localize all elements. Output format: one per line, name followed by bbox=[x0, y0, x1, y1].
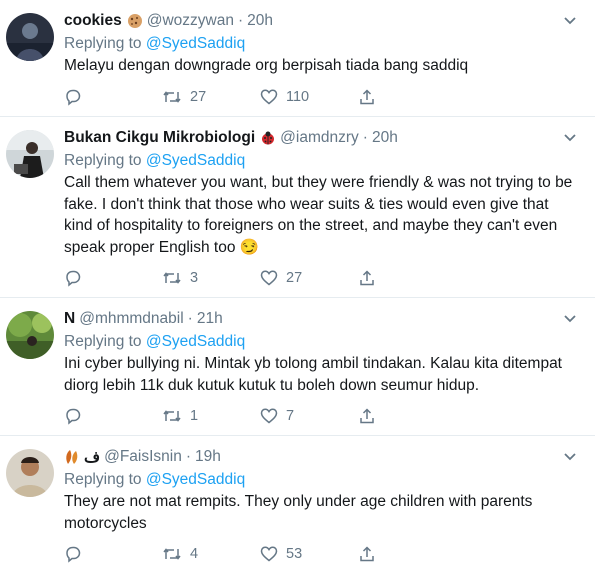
like-count: 7 bbox=[286, 408, 295, 424]
replying-to-link[interactable]: @SyedSaddiq bbox=[146, 35, 245, 52]
share-icon bbox=[360, 88, 374, 104]
share-icon bbox=[360, 270, 374, 286]
separator-dot: · bbox=[237, 12, 244, 29]
user-handle[interactable]: @mhmmdnabil bbox=[79, 310, 183, 328]
tweet-header: N @mhmmdnabil · 21h bbox=[64, 306, 595, 332]
like-count: 53 bbox=[286, 546, 303, 562]
like-button[interactable]: 27 bbox=[260, 269, 358, 287]
tweet[interactable]: cookies @wozzywan · 20h Replying to @Sye… bbox=[0, 0, 595, 117]
tweet-actions: 4 53 bbox=[64, 534, 595, 574]
tweet-actions: 27 110 bbox=[64, 77, 595, 117]
display-name[interactable]: cookies bbox=[64, 12, 122, 30]
user-handle[interactable]: @wozzywan bbox=[147, 12, 234, 30]
timestamp[interactable]: 19h bbox=[195, 448, 221, 466]
retweet-count: 4 bbox=[190, 546, 199, 562]
reply-button[interactable] bbox=[64, 545, 162, 563]
tweet-text: Ini cyber bullying ni. Mintak yb tolong … bbox=[64, 355, 562, 394]
reply-icon bbox=[66, 89, 81, 106]
share-button[interactable] bbox=[358, 407, 376, 425]
tweet-header: Bukan Cikgu Mikrobiologi @iamdnzry · 20h bbox=[64, 125, 595, 151]
chevron-down-icon[interactable] bbox=[563, 452, 577, 462]
avatar[interactable] bbox=[6, 449, 54, 497]
display-name[interactable]: ف bbox=[84, 448, 100, 467]
reply-button[interactable] bbox=[64, 269, 162, 287]
replying-to-link[interactable]: @SyedSaddiq bbox=[146, 471, 245, 488]
tweet-text: They are not mat rempits. They only unde… bbox=[64, 493, 533, 532]
separator-dot: · bbox=[185, 448, 192, 465]
heart-icon bbox=[260, 546, 278, 562]
like-button[interactable]: 110 bbox=[260, 88, 358, 106]
retweet-count: 1 bbox=[190, 408, 199, 424]
retweet-icon bbox=[163, 548, 181, 560]
reply-feed: cookies @wozzywan · 20h Replying to @Sye… bbox=[0, 0, 595, 564]
tweet-text: Melayu dengan downgrade org berpisah tia… bbox=[64, 57, 469, 74]
replying-prefix: Replying to bbox=[64, 471, 142, 488]
share-button[interactable] bbox=[358, 545, 376, 563]
user-handle[interactable]: @FaisIsnin bbox=[104, 448, 182, 466]
tweet-header: ف @FaisIsnin · 19h bbox=[64, 444, 595, 470]
retweet-button[interactable]: 4 bbox=[162, 545, 260, 563]
heart-icon bbox=[260, 408, 278, 424]
replying-to: Replying to @SyedSaddiq bbox=[64, 34, 595, 53]
reply-button[interactable] bbox=[64, 407, 162, 425]
chevron-down-icon[interactable] bbox=[563, 133, 577, 143]
heart-icon bbox=[260, 270, 278, 286]
retweet-button[interactable]: 27 bbox=[162, 88, 260, 106]
replying-to: Replying to @SyedSaddiq bbox=[64, 151, 595, 170]
heart-icon bbox=[260, 89, 278, 104]
replying-prefix: Replying to bbox=[64, 333, 142, 350]
timestamp[interactable]: 20h bbox=[372, 129, 398, 147]
tweet-header: cookies @wozzywan · 20h bbox=[64, 8, 595, 34]
replying-to: Replying to @SyedSaddiq bbox=[64, 470, 595, 489]
like-button[interactable]: 53 bbox=[260, 545, 358, 563]
reply-icon bbox=[66, 270, 81, 287]
reply-button[interactable] bbox=[64, 88, 162, 106]
retweet-icon bbox=[163, 272, 181, 284]
tweet-actions: 3 27 bbox=[64, 258, 595, 298]
replying-prefix: Replying to bbox=[64, 35, 142, 52]
retweet-button[interactable]: 3 bbox=[162, 269, 260, 287]
leaves-emoji-icon bbox=[64, 449, 80, 465]
chevron-down-icon[interactable] bbox=[563, 16, 577, 26]
user-handle[interactable]: @iamdnzry bbox=[280, 129, 359, 147]
tweet-text: Call them whatever you want, but they we… bbox=[64, 174, 573, 256]
avatar[interactable] bbox=[6, 13, 54, 61]
reply-icon bbox=[66, 408, 81, 425]
share-icon bbox=[360, 408, 374, 424]
cookie-emoji-icon bbox=[127, 13, 143, 29]
timestamp[interactable]: 21h bbox=[197, 310, 223, 328]
retweet-count: 3 bbox=[190, 270, 199, 286]
like-button[interactable]: 7 bbox=[260, 407, 358, 425]
like-count: 110 bbox=[286, 88, 310, 105]
tweet-actions: 1 7 bbox=[64, 396, 595, 436]
avatar[interactable] bbox=[6, 311, 54, 359]
retweet-icon bbox=[163, 90, 181, 103]
ladybug-emoji-icon bbox=[260, 130, 276, 146]
retweet-count: 27 bbox=[190, 88, 207, 105]
replying-prefix: Replying to bbox=[64, 152, 142, 169]
replying-to-link[interactable]: @SyedSaddiq bbox=[146, 152, 245, 169]
replying-to: Replying to @SyedSaddiq bbox=[64, 332, 595, 351]
share-button[interactable] bbox=[358, 88, 376, 106]
separator-dot: · bbox=[362, 129, 368, 146]
avatar[interactable] bbox=[6, 130, 54, 178]
display-name[interactable]: Bukan Cikgu Mikrobiologi bbox=[64, 129, 255, 147]
retweet-icon bbox=[163, 410, 181, 422]
like-count: 27 bbox=[286, 270, 303, 286]
separator-dot: · bbox=[187, 310, 193, 327]
tweet[interactable]: Bukan Cikgu Mikrobiologi @iamdnzry · 20h… bbox=[0, 117, 595, 298]
share-icon bbox=[360, 546, 374, 562]
retweet-button[interactable]: 1 bbox=[162, 407, 260, 425]
timestamp[interactable]: 20h bbox=[247, 12, 273, 30]
tweet[interactable]: ف @FaisIsnin · 19h Replying to @SyedSadd… bbox=[0, 436, 595, 564]
chevron-down-icon[interactable] bbox=[563, 314, 577, 324]
tweet[interactable]: N @mhmmdnabil · 21h Replying to @SyedSad… bbox=[0, 298, 595, 436]
display-name[interactable]: N bbox=[64, 310, 75, 328]
replying-to-link[interactable]: @SyedSaddiq bbox=[146, 333, 245, 350]
share-button[interactable] bbox=[358, 269, 376, 287]
reply-icon bbox=[66, 546, 81, 563]
